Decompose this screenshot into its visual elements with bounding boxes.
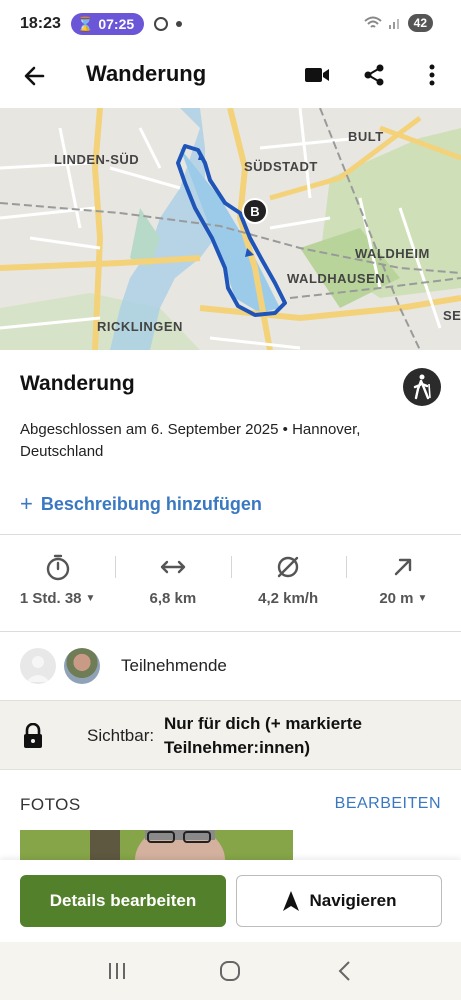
caret-down-icon: ▼: [85, 593, 96, 604]
navigate-button[interactable]: Navigieren: [236, 875, 442, 927]
lock-icon: [24, 723, 42, 748]
add-description-button[interactable]: + Beschreibung hinzufügen: [20, 491, 262, 517]
caret-down-icon: ▼: [417, 593, 428, 604]
divider: [0, 534, 461, 535]
visibility-value: Nur für dich (+ markierte Teilnehmer:inn…: [164, 714, 362, 757]
timer-value: 07:25: [98, 16, 135, 32]
activity-type-badge[interactable]: [403, 368, 441, 406]
dot-icon: [176, 21, 183, 27]
stat-speed: 4,2 km/h: [230, 552, 346, 630]
add-description-label: Beschreibung hinzufügen: [40, 493, 262, 514]
participants-label: Teilnehmende: [121, 656, 227, 675]
home-button[interactable]: [210, 951, 250, 991]
distance-arrows-icon: [160, 560, 186, 574]
stat-elevation-value: 20 m: [379, 590, 414, 607]
stat-duration[interactable]: 1 Std. 38 ▼: [0, 552, 115, 630]
visibility-label: Sichtbar:: [87, 726, 155, 745]
system-nav-bar: [0, 942, 461, 1000]
recent-apps-icon: [108, 963, 125, 979]
stat-duration-value: 1 Std. 38: [19, 590, 82, 607]
avatar-placeholder: [20, 648, 56, 684]
hourglass-icon: ⌛: [76, 15, 95, 32]
page-title: Wanderung: [86, 61, 207, 86]
photos-header: FOTOS BEARBEITEN: [20, 795, 441, 815]
stat-distance: 6,8 km: [115, 552, 230, 630]
edit-details-button[interactable]: Details bearbeiten: [20, 875, 226, 927]
navigate-label: Navigieren: [309, 891, 397, 910]
share-icon: [364, 64, 384, 86]
arrow-up-right-icon: [395, 558, 412, 576]
stat-elevation[interactable]: 20 m ▼: [345, 552, 461, 630]
arrow-back-icon: [24, 66, 45, 86]
photos-edit-button[interactable]: BEARBEITEN: [335, 795, 441, 815]
bottom-action-bar: Details bearbeiten Navigieren: [0, 860, 461, 942]
stats-row: 1 Std. 38 ▼ 6,8 km 4,2 km/h 20 m ▼: [0, 552, 461, 630]
stat-speed-value: 4,2 km/h: [258, 590, 319, 607]
map-label-bult: BULT: [348, 129, 384, 144]
photos-title: FOTOS: [20, 795, 81, 814]
stopwatch-icon: [46, 554, 69, 581]
participants-row[interactable]: Teilnehmende: [0, 632, 461, 700]
app-bar: Wanderung: [0, 48, 461, 106]
recent-apps-button[interactable]: [97, 951, 137, 991]
more-vert-icon: [429, 64, 435, 86]
route-line: [176, 144, 287, 317]
status-bar: 18:23 ⌛ 07:25 42: [0, 0, 461, 48]
video-button[interactable]: [302, 60, 332, 90]
avatar: [64, 648, 100, 684]
back-button[interactable]: [20, 62, 48, 90]
completion-info: Abgeschlossen am 6. September 2025 • Han…: [20, 421, 361, 460]
system-back-button[interactable]: [324, 951, 364, 991]
battery-indicator: 42: [407, 14, 433, 32]
map-label-waldheim: WALDHEIM: [355, 246, 430, 261]
signal-icon: [388, 19, 399, 29]
status-time: 18:23: [20, 15, 61, 32]
navigation-arrow-icon: [282, 891, 299, 911]
chevron-left-icon: [338, 961, 350, 981]
hiking-icon: [413, 374, 431, 400]
map-label-se: SE: [443, 308, 461, 323]
video-camera-icon: [305, 68, 329, 82]
more-options-button[interactable]: [417, 60, 447, 90]
plus-icon: +: [20, 491, 33, 516]
map-label-linden-sued: LINDEN-SÜD: [54, 152, 140, 167]
route-map[interactable]: B LINDEN-SÜD SÜDSTADT BULT WALDHEIM WALD…: [0, 108, 461, 350]
share-button[interactable]: [359, 60, 389, 90]
visibility-row[interactable]: Sichtbar: Nur für dich (+ markierte Teil…: [0, 700, 461, 770]
person-icon: [26, 656, 50, 682]
stat-distance-value: 6,8 km: [149, 590, 197, 607]
marker-label: B: [250, 203, 260, 219]
edit-details-label: Details bearbeiten: [49, 891, 197, 910]
home-icon: [220, 961, 241, 981]
map-label-waldhausen: WALDHAUSEN: [287, 271, 386, 286]
map-label-ricklingen: RICKLINGEN: [97, 319, 183, 334]
wifi-icon: [363, 16, 382, 28]
messenger-icon: [154, 17, 169, 31]
activity-title: Wanderung: [20, 372, 135, 395]
map-label-suedstadt: SÜDSTADT: [244, 159, 318, 174]
status-right: 42: [363, 14, 433, 32]
average-icon: [277, 556, 299, 578]
timer-pill[interactable]: ⌛ 07:25: [70, 13, 145, 35]
route-end-marker[interactable]: B: [242, 198, 268, 224]
status-notifications: [154, 17, 183, 31]
